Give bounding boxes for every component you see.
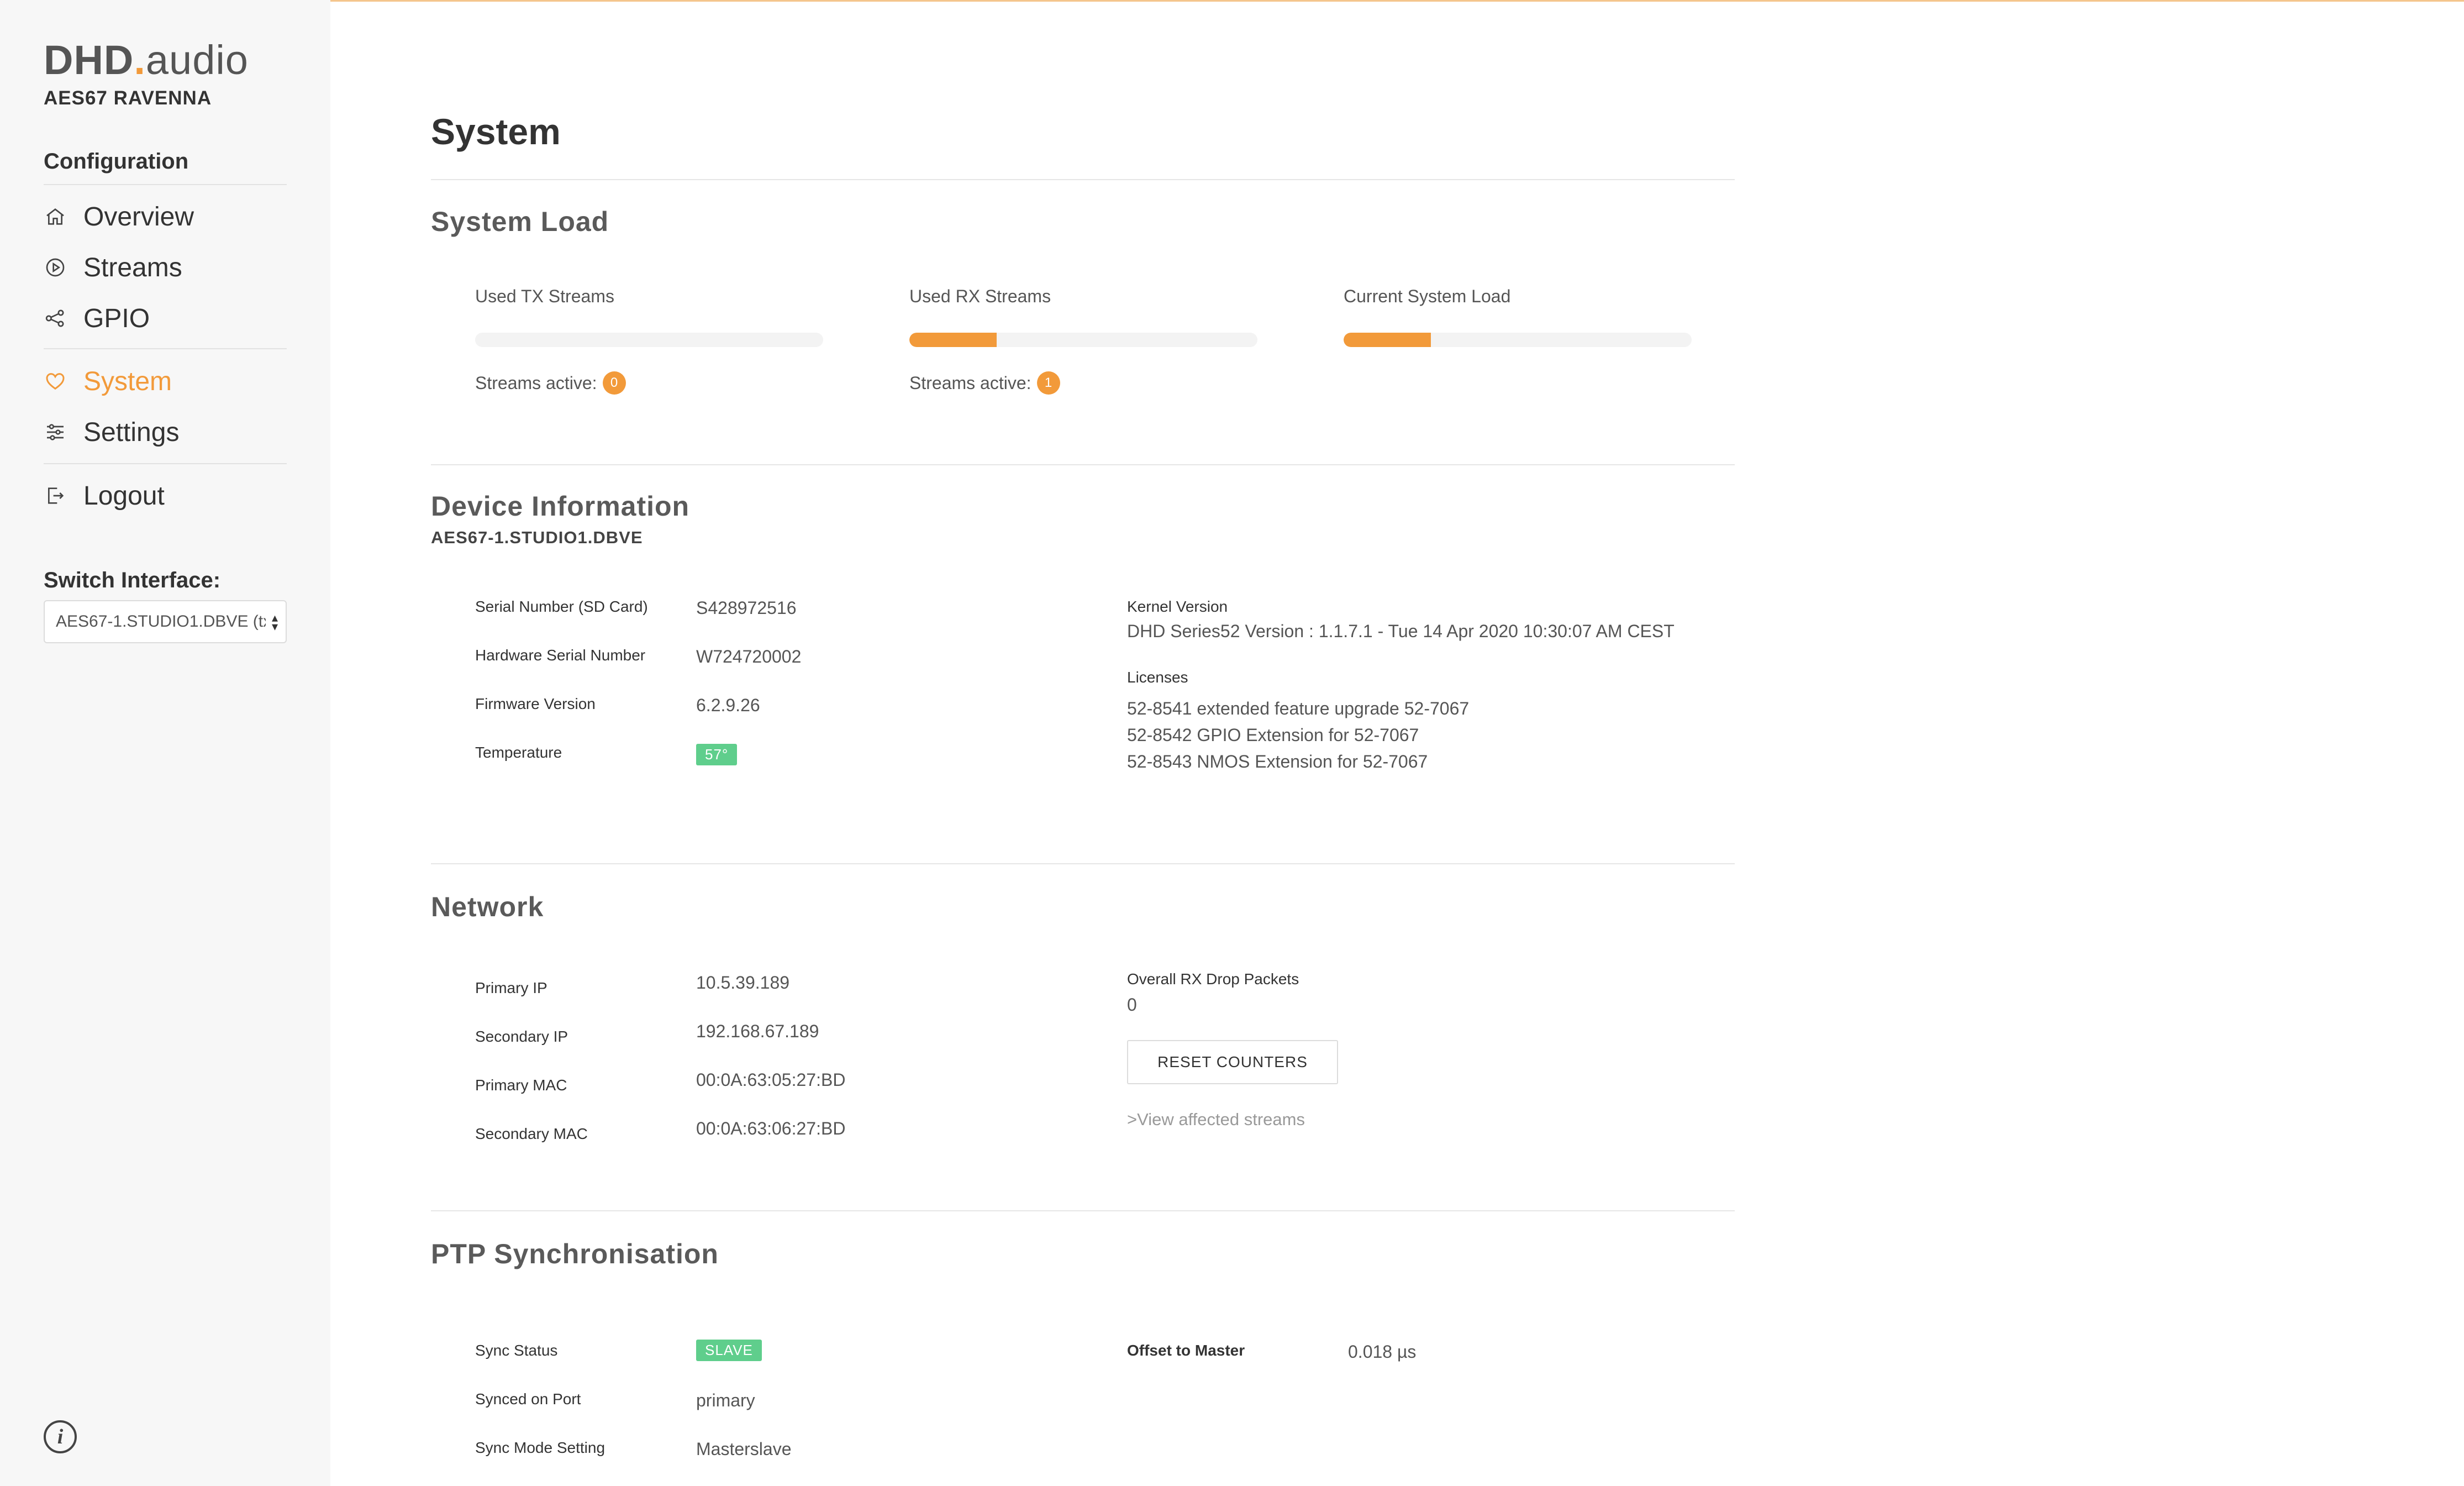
serial-number-label: Serial Number (SD Card) [475, 598, 648, 615]
sidebar-item-system[interactable]: System [44, 362, 287, 401]
home-icon [44, 205, 67, 228]
sliders-icon [44, 421, 67, 444]
switch-interface-select[interactable]: AES67-1.STUDIO1.DBVE (tx) ▴ ▾ [44, 600, 287, 643]
ptp-title: PTP Synchronisation [431, 1238, 719, 1269]
primary-ip-value: 10.5.39.189 [696, 973, 790, 993]
sidebar-divider [44, 184, 287, 185]
sidebar-item-streams[interactable]: Streams [44, 248, 287, 287]
secondary-ip-label: Secondary IP [475, 1028, 568, 1045]
synced-port-label: Synced on Port [475, 1390, 581, 1408]
system-load-progress [1344, 333, 1692, 347]
sidebar-item-overview[interactable]: Overview [44, 197, 287, 236]
tx-streams-active: Streams active: 0 [475, 371, 626, 395]
serial-number-value: S428972516 [696, 598, 797, 618]
temperature-label: Temperature [475, 744, 562, 761]
sidebar-item-logout[interactable]: Logout [44, 476, 287, 515]
streams-active-label: Streams active: [475, 372, 597, 393]
sidebar-item-label: Streams [83, 253, 182, 282]
primary-mac-label: Primary MAC [475, 1077, 567, 1094]
tx-active-count-badge: 0 [602, 371, 626, 395]
logout-icon [44, 484, 67, 507]
system-load-title: System Load [431, 206, 609, 237]
offset-label: Offset to Master [1127, 1342, 1245, 1359]
hw-serial-label: Hardware Serial Number [475, 647, 646, 664]
license-item: 52-8542 GPIO Extension for 52-7067 [1127, 725, 1419, 745]
synced-port-value: primary [696, 1390, 755, 1410]
license-item: 52-8543 NMOS Extension for 52-7067 [1127, 752, 1428, 771]
select-arrows-icon: ▴ ▾ [271, 611, 278, 633]
tx-streams-label: Used TX Streams [475, 286, 614, 306]
section-divider [431, 863, 1735, 864]
tx-streams-progress [475, 333, 823, 347]
sync-mode-value: Masterslave [696, 1439, 792, 1459]
offset-value: 0.018 µs [1348, 1342, 1417, 1362]
product-name: AES67 RAVENNA [44, 87, 212, 109]
configuration-heading: Configuration [44, 149, 189, 174]
view-affected-streams-link[interactable]: >View affected streams [1127, 1110, 1305, 1130]
secondary-mac-value: 00:0A:63:06:27:BD [696, 1119, 846, 1138]
system-load-label: Current System Load [1344, 286, 1511, 306]
switch-interface-label: Switch Interface: [44, 568, 221, 592]
kernel-version-label: Kernel Version [1127, 598, 1228, 615]
sync-status-badge: SLAVE [696, 1340, 762, 1361]
reset-counters-button[interactable]: RESET COUNTERS [1127, 1040, 1338, 1084]
rx-streams-active: Streams active: 1 [909, 371, 1060, 395]
primary-mac-value: 00:0A:63:05:27:BD [696, 1070, 846, 1090]
sidebar-item-label: Overview [83, 202, 194, 232]
sidebar-divider [44, 348, 287, 349]
switch-interface-value: AES67-1.STUDIO1.DBVE (tx) [56, 612, 266, 631]
sidebar-divider [44, 463, 287, 464]
rx-streams-progress [909, 333, 1257, 347]
share-nodes-icon [44, 307, 67, 330]
logo-suffix: audio [145, 37, 249, 83]
info-icon[interactable]: i [44, 1420, 77, 1453]
section-divider [431, 1210, 1735, 1211]
sidebar-item-gpio[interactable]: GPIO [44, 299, 287, 338]
heart-icon [44, 370, 67, 393]
sync-status-label: Sync Status [475, 1342, 558, 1359]
licenses-label: Licenses [1127, 669, 1188, 686]
title-divider [431, 179, 1735, 180]
page-title: System [431, 111, 561, 152]
system-load-progress-fill [1344, 333, 1431, 347]
rx-drop-value: 0 [1127, 995, 1137, 1015]
temperature-badge: 57° [696, 744, 738, 765]
kernel-version-value: DHD Series52 Version : 1.1.7.1 - Tue 14 … [1127, 621, 1675, 641]
dhd-logo[interactable]: DHD.audio [44, 40, 249, 81]
sidebar-item-label: System [83, 366, 172, 396]
sidebar: DHD.audio AES67 RAVENNA Configuration Ov… [0, 0, 330, 1486]
rx-active-count-badge: 1 [1036, 371, 1060, 395]
streams-active-label: Streams active: [909, 372, 1031, 393]
secondary-mac-label: Secondary MAC [475, 1125, 588, 1142]
play-circle-icon [44, 256, 67, 279]
device-name: AES67-1.STUDIO1.DBVE [431, 528, 643, 547]
sidebar-item-label: Settings [83, 417, 180, 447]
top-accent-line [0, 0, 2464, 2]
license-item: 52-8541 extended feature upgrade 52-7067 [1127, 699, 1470, 718]
sidebar-item-settings[interactable]: Settings [44, 413, 287, 451]
network-title: Network [431, 891, 544, 922]
sidebar-item-label: GPIO [83, 303, 150, 333]
logo-dot: . [134, 37, 146, 83]
secondary-ip-value: 192.168.67.189 [696, 1021, 819, 1041]
sync-mode-label: Sync Mode Setting [475, 1439, 606, 1456]
firmware-label: Firmware Version [475, 695, 596, 712]
device-info-title: Device Information [431, 491, 690, 522]
section-divider [431, 464, 1735, 465]
firmware-value: 6.2.9.26 [696, 695, 760, 715]
sidebar-item-label: Logout [83, 481, 165, 511]
logo-brand: DHD [44, 37, 134, 83]
primary-ip-label: Primary IP [475, 979, 547, 996]
rx-streams-label: Used RX Streams [909, 286, 1051, 306]
rx-streams-progress-fill [909, 333, 997, 347]
hw-serial-value: W724720002 [696, 647, 802, 666]
rx-drop-label: Overall RX Drop Packets [1127, 970, 1299, 988]
